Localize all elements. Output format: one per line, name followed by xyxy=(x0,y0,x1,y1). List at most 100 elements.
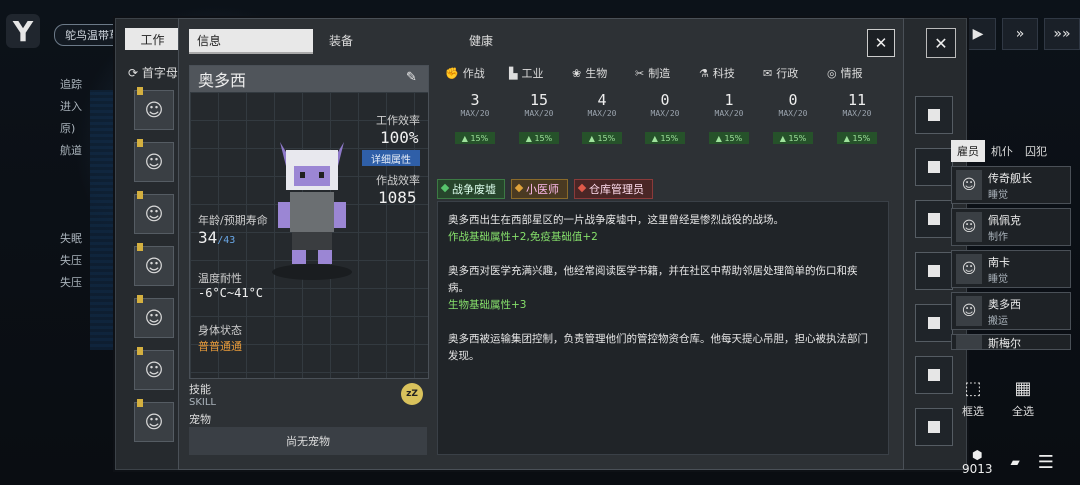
story-bonus: 生物基础属性+3 xyxy=(448,299,527,311)
selection-tools: ⬚ 框选 ▦ 全选 xyxy=(962,378,1034,419)
crew-card[interactable]: ☺ 传奇舰长 睡觉 xyxy=(951,166,1071,204)
story-paragraph: 奥多西出生在西部星区的一片战争废墟中，这里曾经是惨烈战役的战场。 xyxy=(448,214,784,226)
refresh-icon: ⟳ xyxy=(128,66,139,80)
avatar[interactable]: ☺ xyxy=(134,139,174,182)
folder-icon[interactable]: ▰ xyxy=(1011,455,1020,469)
crew-card[interactable]: ☺ 奥多西 搬运 xyxy=(951,292,1071,330)
crew-card[interactable]: 斯梅尔 xyxy=(951,334,1071,350)
avatar[interactable]: ☺ xyxy=(134,399,174,442)
stat-intelligence[interactable]: ◎ 情报 11 MAX/20 ▲ 15% xyxy=(827,65,887,144)
trait-war-ruins[interactable]: 战争废墟 xyxy=(437,179,505,199)
trait-warehouse-manager[interactable]: 仓库管理员 xyxy=(574,179,653,199)
character-info-panel: 信息 装备 健康 ✕ 奥多西 ✎ 工作效率 100% 详细属性 作战效率 108… xyxy=(178,18,904,470)
quick-slot[interactable] xyxy=(915,252,953,290)
close-icon[interactable]: ✕ xyxy=(867,29,895,57)
story-bonus: 作战基础属性+2,免疫基础值+2 xyxy=(448,231,598,243)
trait-little-doctor[interactable]: 小医师 xyxy=(511,179,568,199)
tab-prisoners[interactable]: 囚犯 xyxy=(1019,140,1053,162)
box-select-icon: ⬚ xyxy=(964,378,982,399)
quick-slot[interactable] xyxy=(915,200,953,238)
list-item: 失眠 xyxy=(60,232,82,245)
resource-counter[interactable]: ⬢ 9013 xyxy=(962,448,993,476)
close-icon[interactable]: ✕ xyxy=(926,28,956,58)
grid-icon: ▦ xyxy=(1014,378,1032,399)
quick-slot[interactable] xyxy=(915,408,953,446)
crew-card[interactable]: ☺ 佩佩克 制作 xyxy=(951,208,1071,246)
quick-slots xyxy=(915,96,953,460)
list-item: 追踪 xyxy=(60,78,82,91)
avatar: ☺ xyxy=(956,254,982,284)
crew-roster: 雇员 机仆 囚犯 ☺ 传奇舰长 睡觉 ☺ 佩佩克 制作 ☺ 南卡 睡觉 ☺ 奥多西 搬运… xyxy=(951,140,1071,354)
avatar: ☺ xyxy=(956,170,982,200)
avatar[interactable]: ☺ xyxy=(134,87,174,130)
background-task-list: 追踪 进入 原) 航道 失眠 失压 失压 xyxy=(60,70,120,296)
chat-icon: ✉ xyxy=(763,66,773,80)
avatar[interactable]: ☺ xyxy=(134,295,174,338)
avatar xyxy=(956,335,982,349)
stat-biology[interactable]: ❀ 生物 4 MAX/20 ▲ 15% xyxy=(572,65,632,144)
speed-controls: ▶ » »» xyxy=(960,18,1080,50)
skill-section: 技能 SKILL xyxy=(189,381,427,408)
work-efficiency-value: 100% xyxy=(380,128,419,147)
avatar[interactable]: ☺ xyxy=(134,191,174,234)
skill-sublabel: SKILL xyxy=(189,397,216,408)
panel-tabs: 信息 装备 健康 xyxy=(189,29,501,54)
story-paragraph: 奥多西被运输集团控制，负责管理他们的管控物资仓库。他每天提心吊胆，担心被执法部门… xyxy=(448,333,868,362)
trait-list: 战争废墟 小医师 仓库管理员 xyxy=(437,179,653,199)
stat-technology[interactable]: ⚗ 科技 1 MAX/20 ▲ 15% xyxy=(699,65,759,144)
attribute-stats: ✊ 作战 3 MAX/20 ▲ 15% ▙ 工业 15 MAX/20 ▲ 15% ❀… xyxy=(437,65,887,175)
game-logo[interactable]: Y xyxy=(6,14,40,48)
pet-slot[interactable]: 尚无宠物 xyxy=(189,427,427,455)
avatar: ☺ xyxy=(956,212,982,242)
tab-equipment[interactable]: 装备 xyxy=(321,29,361,54)
combat-efficiency-label: 作战效率 xyxy=(376,174,420,187)
factory-icon: ▙ xyxy=(509,66,518,80)
tab-health[interactable]: 健康 xyxy=(461,29,501,54)
avatar[interactable]: ☺ xyxy=(134,347,174,390)
edit-icon[interactable]: ✎ xyxy=(406,70,422,86)
crew-card[interactable]: ☺ 南卡 睡觉 xyxy=(951,250,1071,288)
stat-industry[interactable]: ▙ 工业 15 MAX/20 ▲ 15% xyxy=(509,65,569,144)
flask-icon: ⚗ xyxy=(699,66,709,80)
backstory-text: 奥多西出生在西部星区的一片战争废墟中，这里曾经是惨烈战役的战场。 作战基础属性+… xyxy=(437,201,889,455)
tab-info[interactable]: 信息 xyxy=(189,29,313,54)
tab-robots[interactable]: 机仆 xyxy=(985,140,1019,162)
stat-combat[interactable]: ✊ 作战 3 MAX/20 ▲ 15% xyxy=(445,65,505,144)
fast-forward-button[interactable]: » xyxy=(1002,18,1038,50)
bottom-right-bar: ⬢ 9013 ▰ ☰ xyxy=(962,448,1054,476)
list-item: 原) xyxy=(60,122,76,135)
list-item: 进入 xyxy=(60,100,82,113)
eye-icon: ◎ xyxy=(827,66,837,80)
avatar: ☺ xyxy=(956,296,982,326)
fist-icon: ✊ xyxy=(445,66,459,80)
detail-attributes-button[interactable]: 详细属性 xyxy=(362,150,420,166)
temperature-label: 温度耐性 xyxy=(198,272,242,285)
quick-slot[interactable] xyxy=(915,148,953,186)
story-paragraph: 奥多西对医学充满兴趣，他经常阅读医学书籍，并在社区中帮助邻居处理简单的伤口和疾病… xyxy=(448,265,858,294)
faster-button[interactable]: »» xyxy=(1044,18,1080,50)
cube-icon: ⬢ xyxy=(972,448,983,462)
box-select-button[interactable]: ⬚ 框选 xyxy=(962,378,984,419)
tab-work[interactable]: 工作 xyxy=(125,28,180,50)
avatar[interactable]: ☺ xyxy=(134,243,174,286)
temperature-value: -6°C~41°C xyxy=(198,286,264,300)
sleep-icon[interactable]: zZ xyxy=(401,383,423,405)
stat-manufacturing[interactable]: ✂ 制造 0 MAX/20 ▲ 15% xyxy=(635,65,695,144)
select-all-button[interactable]: ▦ 全选 xyxy=(1012,378,1034,419)
quick-slot[interactable] xyxy=(915,96,953,134)
character-sprite xyxy=(272,142,352,280)
roster-tabs: 雇员 机仆 囚犯 xyxy=(951,140,1071,162)
paw-icon: ❀ xyxy=(572,66,582,80)
character-card: 奥多西 ✎ 工作效率 100% 详细属性 作战效率 1085 年龄/预期寿命 3… xyxy=(189,65,429,379)
tab-employees[interactable]: 雇员 xyxy=(951,140,985,162)
character-portrait-area: 工作效率 100% 详细属性 作战效率 1085 年龄/预期寿命 34/43 温… xyxy=(190,92,428,378)
quick-slot[interactable] xyxy=(915,356,953,394)
menu-icon[interactable]: ☰ xyxy=(1038,452,1054,473)
age-label: 年龄/预期寿命 xyxy=(198,214,268,227)
sort-button[interactable]: ⟳ 首字母 xyxy=(128,64,178,81)
tools-icon: ✂ xyxy=(635,66,645,80)
stat-administration[interactable]: ✉ 行政 0 MAX/20 ▲ 15% xyxy=(763,65,823,144)
quick-slot[interactable] xyxy=(915,304,953,342)
age-value: 34/43 xyxy=(198,228,236,247)
character-name: 奥多西 xyxy=(190,66,428,92)
